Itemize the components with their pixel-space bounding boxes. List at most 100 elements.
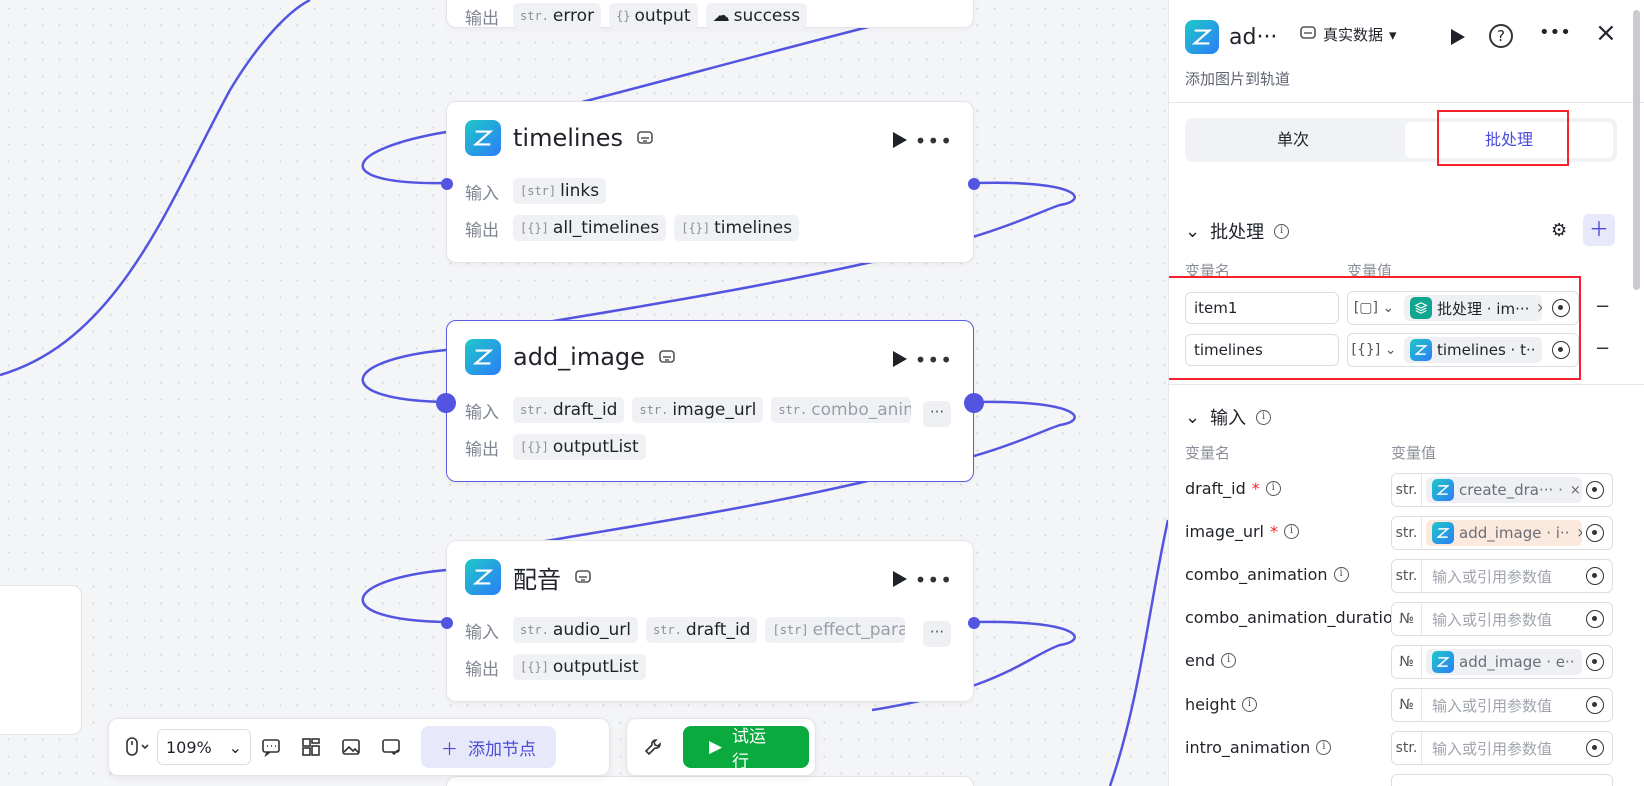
param-value[interactable]: str. create_dra··· · × [1391,473,1613,507]
image-icon[interactable] [331,727,371,767]
ref-chip[interactable]: add_image · i··× [1426,520,1582,546]
capcut-logo-icon [465,339,501,375]
reference-icon[interactable] [1586,739,1604,757]
run-node-button[interactable] [889,130,909,150]
param-value[interactable]: № 输入或引用参数值 [1391,602,1613,636]
run-node-button[interactable] [889,349,909,369]
reference-icon[interactable] [1586,653,1604,671]
plugin-icon [635,129,655,147]
output-port[interactable] [968,178,980,190]
help-icon[interactable]: ? [1489,24,1513,48]
reference-icon[interactable] [1586,696,1604,714]
node-timelines[interactable]: timelines ••• 输入 [str] links 输出 [{}] all_t… [446,101,974,263]
node-title: 配音 [513,565,561,594]
node-outputs: 输出 [{}] all_timelines [{}] timelines [465,215,800,241]
check-card-icon[interactable] [371,727,411,767]
output-port[interactable] [968,617,980,629]
node-add-image[interactable]: add_image ••• 输入 str. draft_id str. image_… [446,320,974,482]
data-mode-select[interactable]: 真实数据 ▾ [1299,24,1397,45]
param-value[interactable]: str. 输入或引用参数值 [1391,559,1613,593]
input-tag: str. draft_id [513,397,625,423]
zoom-select[interactable]: 109% ⌄ [157,729,251,765]
close-icon[interactable]: × [1595,18,1617,48]
output-tag: {} output [609,3,698,29]
placeholder-text: 输入或引用参数值 [1432,696,1553,715]
node-title: add_image [513,343,645,371]
param-combo-animation-duration: combo_animation_duration [1185,608,1403,627]
reference-icon[interactable] [1586,567,1604,585]
run-button[interactable] [1447,27,1467,47]
input-section-header[interactable]: ⌄ 输入 i [1185,404,1272,430]
edge-left-curve [0,0,311,377]
scrollbar[interactable] [1633,10,1640,290]
node-outputs: 输出 [{}] outputList [465,654,646,680]
reference-icon[interactable] [1586,610,1604,628]
chevron-down-icon: ⌄ [228,737,242,757]
plugin-icon [1299,25,1317,45]
input-port[interactable] [436,393,456,413]
more-icon[interactable]: ••• [915,129,953,153]
param-value[interactable]: str. add_image · i··× [1391,516,1613,550]
node-inputs: 输入 [str] links [465,178,607,204]
input-tag: str. combo_anim [771,397,912,423]
divider [1169,384,1644,385]
add-batch-var-button[interactable]: ＋ [1583,214,1615,246]
left-partial-card [0,585,82,735]
divider [1169,102,1644,103]
run-node-button[interactable] [889,569,909,589]
top-node-partial[interactable]: 输出 str. error {} output ☁ success [446,0,974,29]
add-node-button[interactable]: ＋添加节点 [421,726,556,768]
reference-icon[interactable] [1586,524,1604,542]
remove-icon[interactable]: × [1576,526,1582,541]
node-peiyin[interactable]: 配音 ••• 输入 str. audio_url str. draft_id [st… [446,540,974,702]
param-draft-id: draft_id * i [1185,479,1281,498]
ref-chip[interactable]: add_image · e··× [1426,649,1582,675]
input-port[interactable] [441,617,453,629]
input-tag: str. audio_url [513,617,638,643]
placeholder-text: 输入或引用参数值 [1432,610,1553,629]
param-value[interactable]: № 输入或引用参数值 [1391,688,1613,722]
col-header-name: 变量名 [1185,444,1231,462]
output-tag: [{}] all_timelines [513,215,667,241]
reference-icon[interactable] [1586,481,1604,499]
more-icon[interactable]: ••• [915,348,953,372]
remove-icon[interactable]: × [1570,483,1581,498]
info-icon: i [1256,409,1272,425]
more-inputs-button[interactable]: ··· [923,401,951,427]
remove-var-button[interactable]: − [1595,296,1610,317]
param-end: end i [1185,651,1237,670]
remove-var-button[interactable]: − [1595,338,1610,359]
more-icon[interactable]: ••• [915,568,953,592]
param-value[interactable]: № add_image · e··× [1391,645,1613,679]
more-inputs-button[interactable]: ··· [923,621,951,647]
mouse-mode-icon[interactable] [117,727,157,767]
param-value-partial[interactable] [1391,774,1613,786]
info-icon: i [1274,223,1290,239]
param-combo-animation: combo_animation i [1185,565,1349,584]
layout-icon[interactable] [291,727,331,767]
capcut-logo-icon [1432,522,1454,544]
gear-icon[interactable]: ⚙ [1551,220,1567,241]
info-icon: i [1333,567,1349,582]
node-outputs: 输出 [{}] outputList [465,434,646,460]
capcut-logo-icon [1432,479,1454,501]
panel-header: ad··· [1185,20,1277,54]
bottom-node-partial[interactable] [446,776,974,786]
output-port[interactable] [964,393,984,413]
wrench-icon[interactable] [633,727,673,767]
capcut-logo-icon [1185,20,1219,54]
node-inputs: 输入 str. audio_url str. draft_id [str] effec… [465,617,906,643]
tab-single[interactable]: 单次 [1189,122,1397,158]
ref-chip[interactable]: create_dra··· · × [1426,477,1582,503]
param-value[interactable]: str. 输入或引用参数值 [1391,731,1613,765]
plugin-icon [573,568,593,586]
comment-icon[interactable] [251,727,291,767]
canvas-toolbar: 109% ⌄ ＋添加节点 [108,718,610,776]
node-inputs: 输入 str. draft_id str. image_url str. combo_… [465,397,912,423]
more-icon[interactable]: ••• [1539,22,1571,43]
info-icon: i [1316,740,1332,755]
test-run-button[interactable]: ▶ 试运行 [682,726,809,772]
cloud-icon: ☁ [712,6,730,26]
batch-section-header[interactable]: ⌄ 批处理 i [1185,218,1290,244]
input-port[interactable] [441,178,453,190]
